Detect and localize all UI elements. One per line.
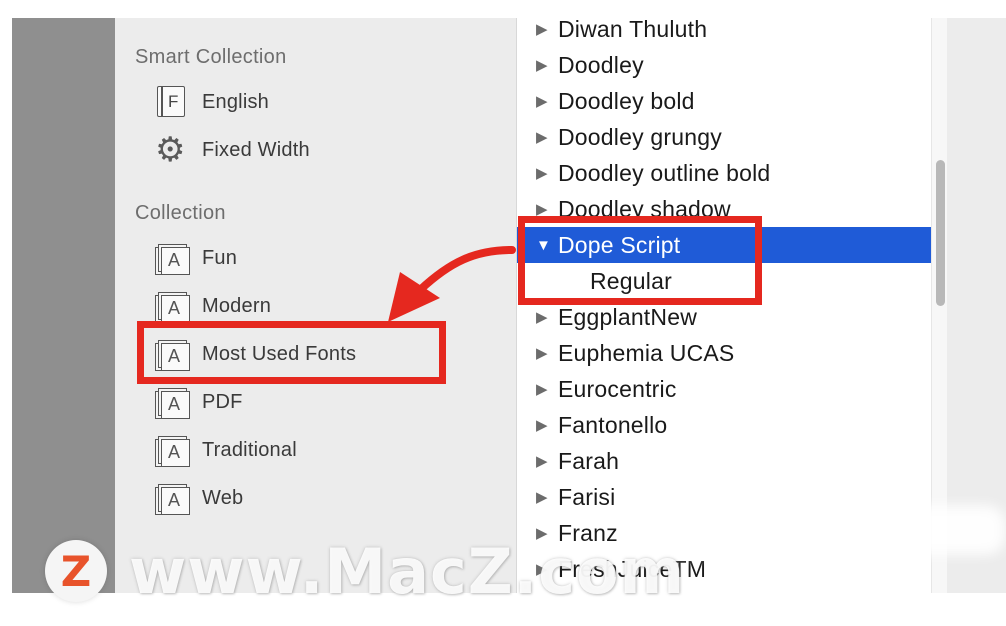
arrow-shaft: [416, 246, 516, 294]
watermark-logo: Z: [45, 540, 107, 602]
watermark-text: www.MacZ.com: [129, 534, 686, 608]
watermark-smear: [650, 505, 1006, 555]
watermark: Z www.MacZ.com: [45, 535, 685, 608]
